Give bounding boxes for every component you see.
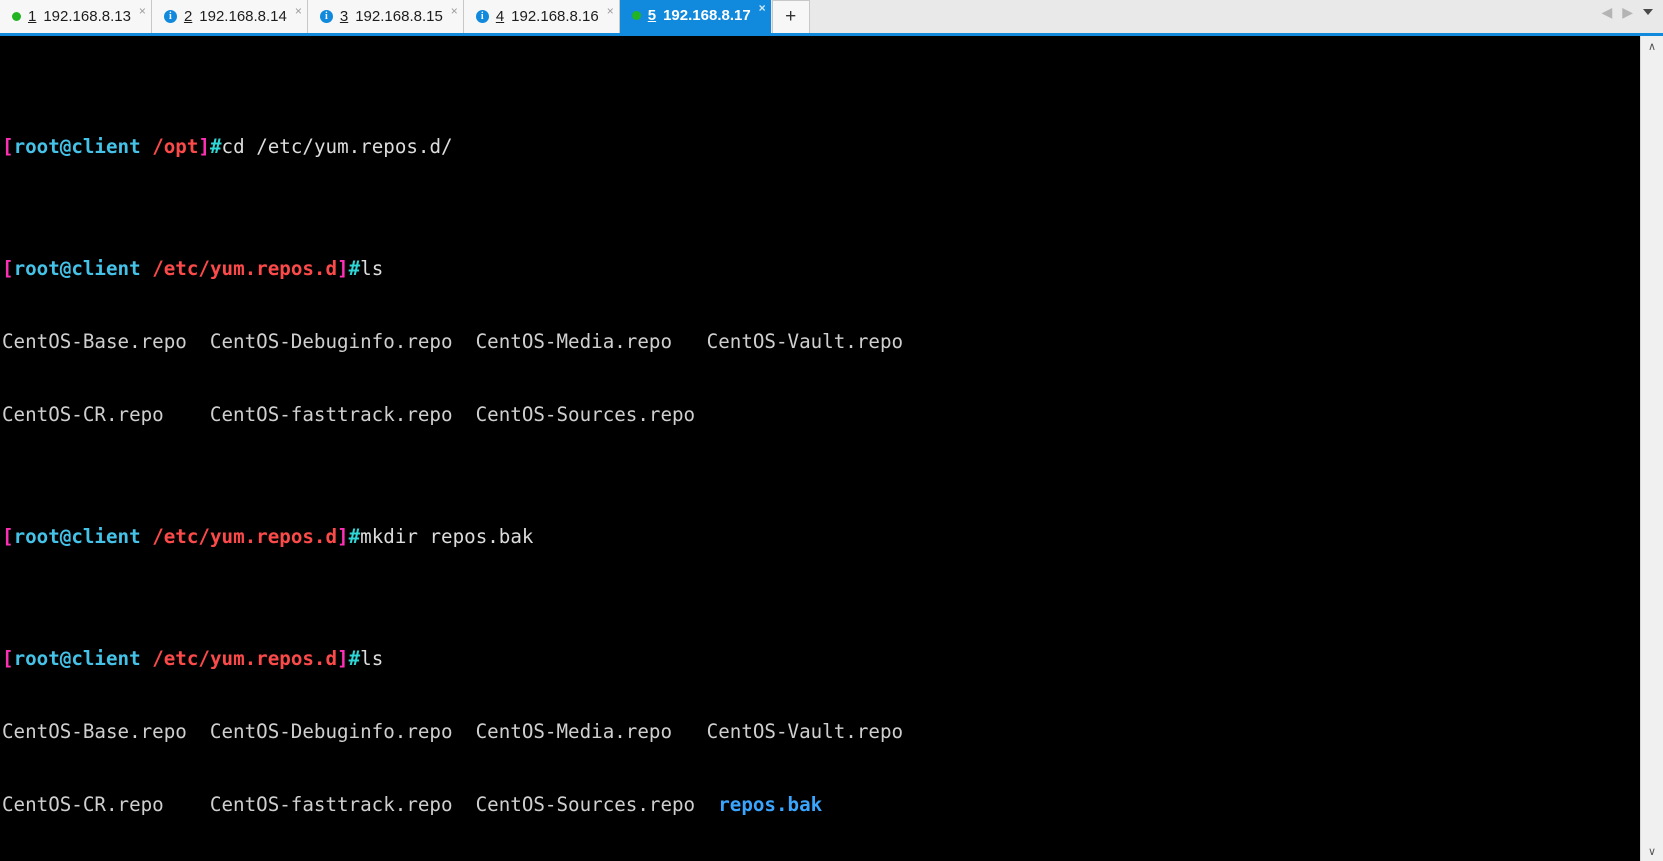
- tab-label: 192.168.8.16: [511, 8, 599, 25]
- close-icon[interactable]: ×: [139, 4, 146, 18]
- terminal-line-output: CentOS-CR.repo CentOS-fasttrack.repo Cen…: [2, 403, 696, 427]
- prompt-rbracket: ]: [337, 256, 349, 280]
- close-icon[interactable]: ×: [451, 4, 458, 18]
- prompt-path: /etc/yum.repos.d: [152, 647, 338, 671]
- terminal-line-output: CentOS-Base.repo CentOS-Debuginfo.repo C…: [2, 720, 904, 744]
- tab-label: 192.168.8.13: [43, 8, 131, 25]
- terminal-window: [root@client /opt]#cd /etc/yum.repos.d/ …: [0, 36, 1663, 861]
- terminal-line-output: CentOS-CR.repo CentOS-fasttrack.repo Cen…: [2, 793, 1640, 817]
- command-text: mkdir repos.bak: [360, 525, 534, 549]
- tab-bar-controls: ◀ ▶: [1601, 0, 1663, 33]
- tab-192-168-8-14[interactable]: i 2 192.168.8.14 ×: [151, 0, 308, 33]
- terminal-line-prompt: [root@client /etc/yum.repos.d]#mkdir rep…: [2, 525, 1640, 549]
- terminal-line-prompt: [root@client /opt]#cd /etc/yum.repos.d/: [2, 135, 1640, 159]
- close-icon[interactable]: ×: [607, 4, 614, 18]
- close-icon[interactable]: ×: [759, 1, 766, 15]
- tab-label: 192.168.8.15: [355, 8, 443, 25]
- prompt-lbracket: [: [2, 134, 14, 158]
- tab-label: 192.168.8.14: [199, 8, 287, 25]
- prompt-path: /opt: [152, 134, 199, 158]
- tab-bar: 1 192.168.8.13 × i 2 192.168.8.14 × i 3 …: [0, 0, 1663, 36]
- terminal-line-prompt: [root@client /etc/yum.repos.d]#ls: [2, 257, 1640, 281]
- prompt-hash: #: [348, 525, 361, 549]
- tab-list: 1 192.168.8.13 × i 2 192.168.8.14 × i 3 …: [0, 0, 810, 33]
- tab-192-168-8-16[interactable]: i 4 192.168.8.16 ×: [463, 0, 620, 33]
- tab-192-168-8-17[interactable]: 5 192.168.8.17 ×: [619, 0, 771, 33]
- tab-index: 5: [647, 6, 657, 24]
- prompt-rbracket: ]: [337, 647, 349, 671]
- tab-192-168-8-13[interactable]: 1 192.168.8.13 ×: [0, 0, 152, 33]
- prompt-rbracket: ]: [198, 134, 210, 158]
- prompt-user-host: root@client: [13, 525, 141, 549]
- command-text: cd /etc/yum.repos.d/: [221, 134, 453, 158]
- status-dot-icon: [631, 10, 641, 20]
- scroll-down-icon[interactable]: ∨: [1641, 841, 1663, 861]
- ls-files: CentOS-CR.repo CentOS-fasttrack.repo Cen…: [2, 793, 719, 817]
- prompt-lbracket: [: [2, 525, 14, 549]
- info-circle-icon: i: [163, 10, 177, 23]
- tab-list-dropdown-icon[interactable]: [1643, 9, 1653, 15]
- prompt-rbracket: ]: [337, 525, 349, 549]
- info-circle-icon: i: [475, 10, 489, 23]
- prompt-path: /etc/yum.repos.d: [152, 525, 338, 549]
- terminal-line-output: CentOS-Base.repo CentOS-Debuginfo.repo C…: [2, 329, 904, 353]
- info-circle-icon: i: [319, 10, 333, 23]
- new-tab-button[interactable]: +: [771, 0, 810, 33]
- prompt-hash: #: [348, 647, 361, 671]
- command-text: ls: [360, 256, 384, 280]
- prompt-lbracket: [: [2, 256, 14, 280]
- prompt-user-host: root@client: [13, 134, 141, 158]
- scrollbar-track[interactable]: [1641, 56, 1663, 841]
- prompt-lbracket: [: [2, 647, 14, 671]
- scroll-tabs-right-icon[interactable]: ▶: [1622, 5, 1633, 19]
- terminal-scrollbar[interactable]: ∧ ∨: [1640, 36, 1663, 861]
- tab-label: 192.168.8.17: [663, 6, 751, 24]
- terminal-line-prompt: [root@client /etc/yum.repos.d]#ls: [2, 647, 1640, 671]
- prompt-hash: #: [348, 256, 361, 280]
- prompt-user-host: root@client: [13, 256, 141, 280]
- terminal-output[interactable]: [root@client /opt]#cd /etc/yum.repos.d/ …: [0, 36, 1640, 861]
- prompt-path: /etc/yum.repos.d: [152, 256, 338, 280]
- tab-index: 2: [183, 8, 193, 25]
- close-icon[interactable]: ×: [295, 4, 302, 18]
- tab-index: 1: [28, 8, 37, 25]
- ls-directory: repos.bak: [718, 793, 823, 817]
- prompt-user-host: root@client: [13, 647, 141, 671]
- scroll-up-icon[interactable]: ∧: [1641, 36, 1663, 56]
- tab-index: 4: [495, 8, 505, 25]
- command-text: ls: [360, 647, 384, 671]
- status-dot-icon: [12, 12, 21, 21]
- prompt-hash: #: [209, 134, 222, 158]
- tab-192-168-8-15[interactable]: i 3 192.168.8.15 ×: [307, 0, 464, 33]
- tab-index: 3: [339, 8, 349, 25]
- scroll-tabs-left-icon[interactable]: ◀: [1601, 5, 1612, 19]
